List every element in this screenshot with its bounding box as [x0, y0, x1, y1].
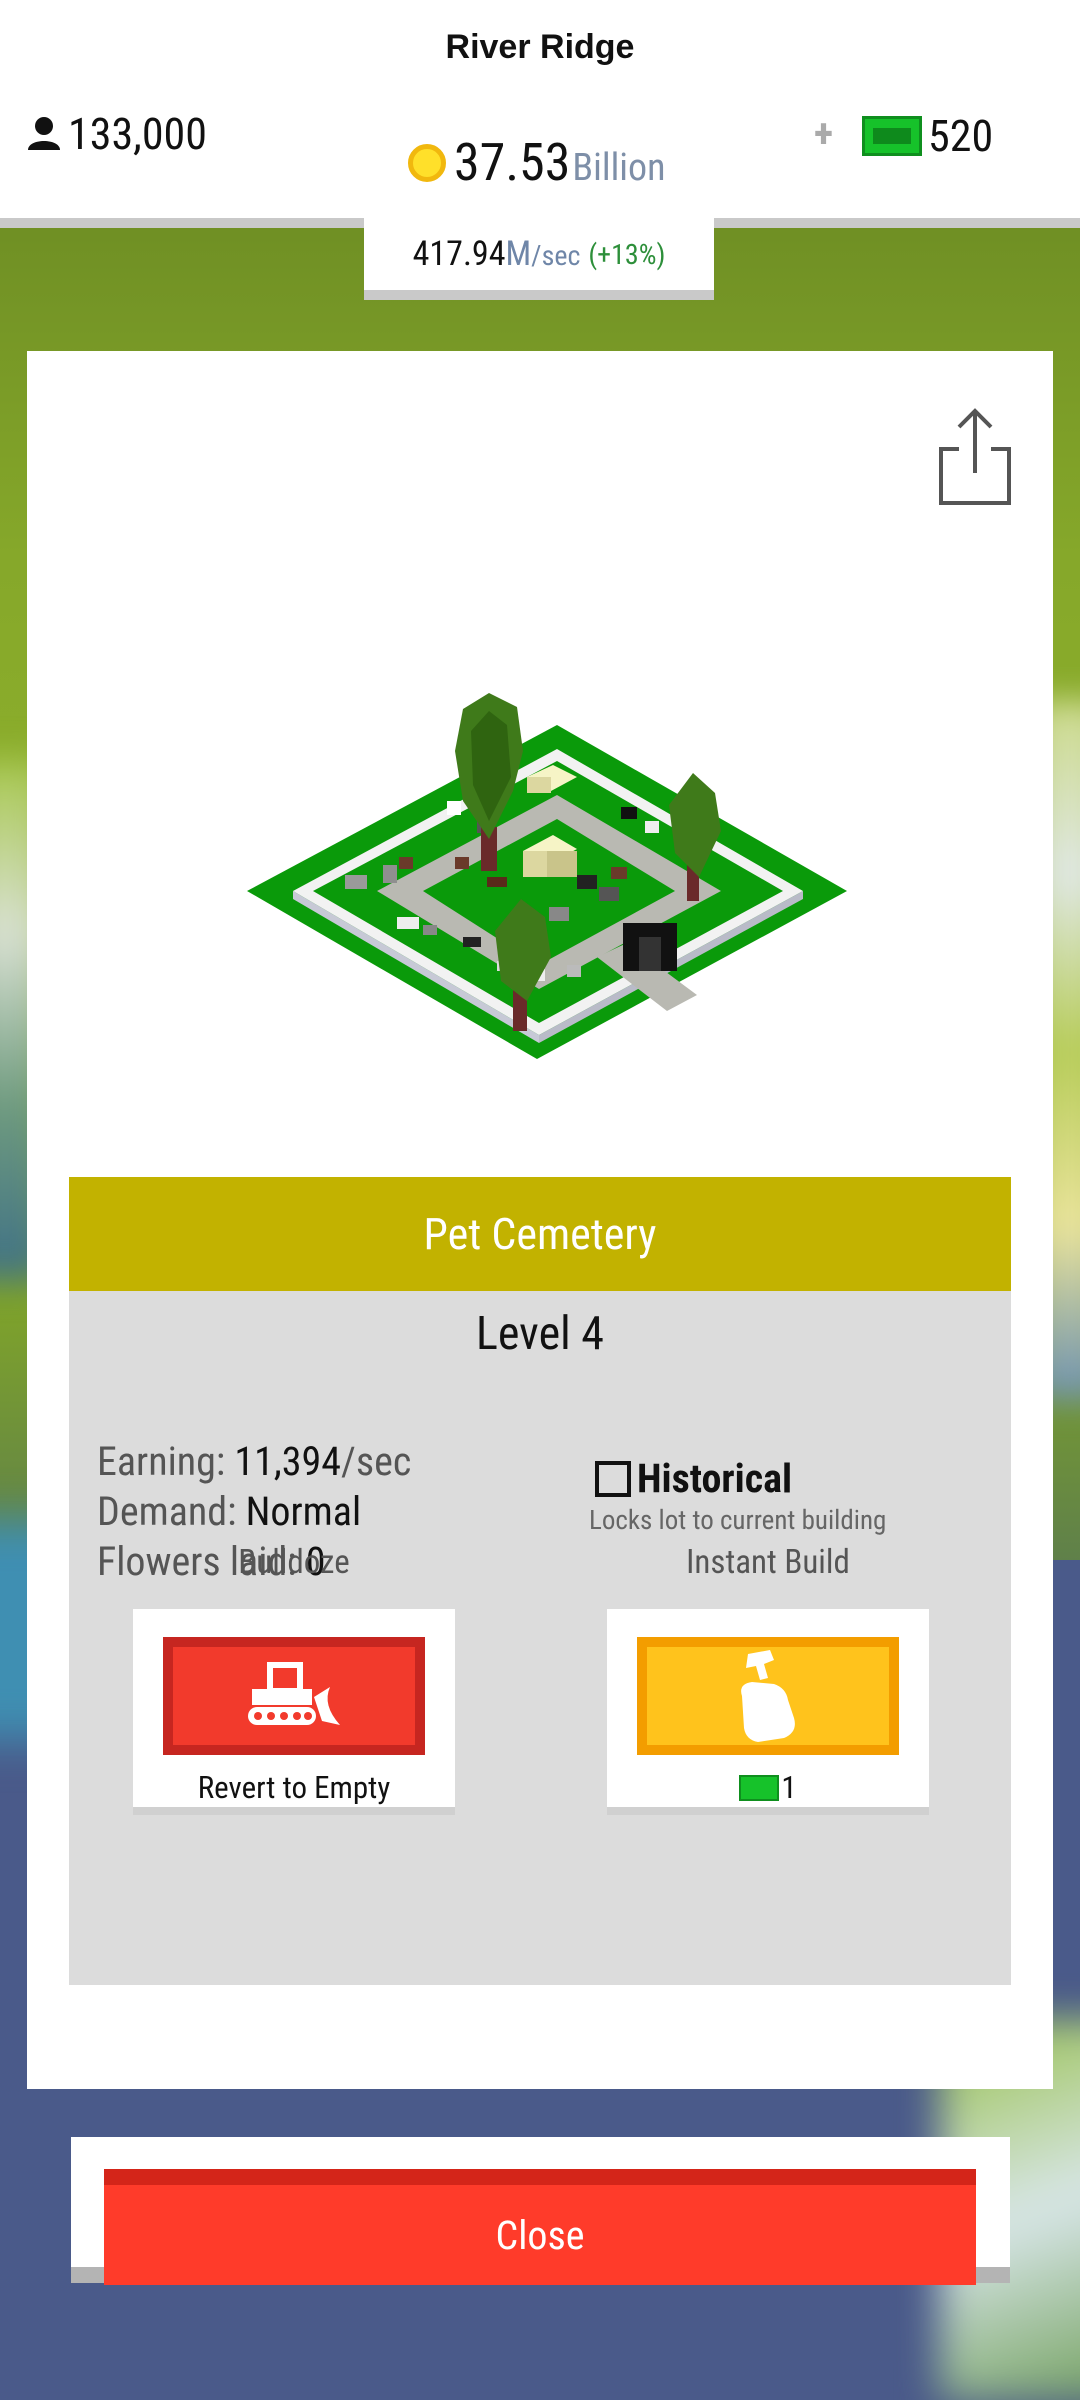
money-unit: Billion	[572, 146, 666, 190]
building-card: Pet Cemetery Level 4 Earning: 11,394/sec…	[27, 351, 1053, 2089]
bulldozer-icon	[248, 1662, 340, 1725]
earning-row: Earning: 11,394/sec	[97, 1438, 412, 1485]
money-value: 37.53	[454, 132, 571, 193]
rate-change: (+13%)	[588, 237, 666, 271]
cash-value: 520	[928, 110, 994, 162]
historical-label: Historical	[637, 1455, 793, 1502]
bulldoze-title: Bulldoze	[238, 1543, 350, 1582]
instant-build-button[interactable]	[637, 1637, 899, 1755]
earning-value: 11,394	[234, 1438, 342, 1485]
building-level: Level 4	[476, 1307, 604, 1361]
building-info-panel: Pet Cemetery Level 4 Earning: 11,394/sec…	[69, 1177, 1011, 1985]
building-preview-image	[247, 693, 847, 1059]
rate-value: 417.94	[412, 234, 506, 274]
instant-build-card: 1	[607, 1609, 929, 1815]
cash-counter[interactable]: 520	[862, 110, 993, 162]
bulldoze-button[interactable]	[163, 1637, 425, 1755]
share-icon[interactable]	[935, 405, 1015, 505]
historical-description: Locks lot to current building	[589, 1504, 887, 1536]
hammer-hand-icon	[741, 1650, 795, 1742]
building-name: Pet Cemetery	[69, 1177, 1011, 1291]
person-icon	[28, 117, 60, 150]
cash-icon	[862, 116, 922, 156]
demand-value: Normal	[245, 1488, 362, 1535]
close-button[interactable]: Close	[104, 2169, 976, 2285]
top-bar: River Ridge 133,000 37.53 Billion + 520	[0, 0, 1080, 228]
bulldoze-card: Revert to Empty	[133, 1609, 455, 1815]
coin-icon	[408, 143, 446, 182]
income-rate: 417.94 M/sec (+13%)	[364, 218, 714, 300]
population-counter: 133,000	[26, 108, 207, 160]
instant-build-cost: 1	[607, 1769, 929, 1806]
bulldoze-caption: Revert to Empty	[197, 1769, 391, 1806]
rate-unit: M/sec	[505, 234, 581, 274]
instant-build-title: Instant Build	[686, 1543, 850, 1582]
buy-cash-plus[interactable]: +	[814, 110, 833, 157]
historical-toggle[interactable]: Historical Locks lot to current building	[589, 1455, 886, 1536]
demand-row: Demand: Normal	[97, 1488, 362, 1535]
money-counter: 37.53 Billion	[408, 132, 666, 193]
historical-checkbox[interactable]	[595, 1460, 631, 1497]
close-container: Close	[71, 2137, 1010, 2285]
city-name: River Ridge	[445, 28, 635, 66]
population-value: 133,000	[68, 108, 207, 160]
cash-icon	[739, 1774, 780, 1801]
